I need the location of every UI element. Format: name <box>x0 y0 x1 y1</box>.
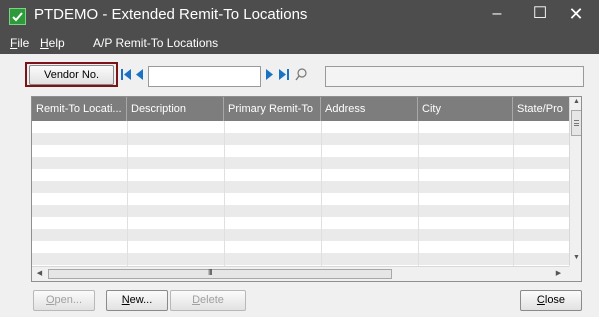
close-label: lose <box>544 294 566 306</box>
remit-to-grid[interactable]: Remit-To Locati... Description Primary R… <box>31 96 582 282</box>
horizontal-scrollbar[interactable]: ◀ III ▶ <box>32 266 569 281</box>
table-row[interactable] <box>32 181 569 193</box>
delete-mnemonic: D <box>192 294 201 306</box>
close-mnemonic: C <box>536 294 545 306</box>
menu-help[interactable]: Help <box>40 36 65 50</box>
menu-remit-to-locations[interactable]: A/P Remit-To Locations <box>93 36 218 50</box>
menu-file[interactable]: File <box>10 36 29 50</box>
vertical-scroll-thumb[interactable] <box>571 110 581 136</box>
column-primary-remit-to[interactable]: Primary Remit-To <box>224 97 321 121</box>
table-row[interactable] <box>32 241 569 253</box>
column-remit-to-location[interactable]: Remit-To Locati... <box>32 97 127 121</box>
table-row[interactable] <box>32 253 569 265</box>
table-row[interactable] <box>32 145 569 157</box>
table-row[interactable] <box>32 193 569 205</box>
open-mnemonic: O <box>45 294 55 306</box>
delete-label: elete <box>200 294 224 306</box>
scroll-right-arrow-icon[interactable]: ▶ <box>552 269 565 277</box>
table-row[interactable] <box>32 169 569 181</box>
table-row[interactable] <box>32 229 569 241</box>
finder-icon[interactable] <box>295 68 307 82</box>
column-description[interactable]: Description <box>127 97 224 121</box>
scroll-down-arrow-icon[interactable]: ▼ <box>570 254 581 261</box>
close-button[interactable]: Close <box>520 290 582 311</box>
horizontal-scroll-thumb[interactable]: III <box>48 268 392 279</box>
column-divider <box>224 121 225 266</box>
vertical-scrollbar[interactable]: ▲ ▼ <box>569 97 581 266</box>
menu-help-mnemonic: H <box>40 36 49 50</box>
column-divider <box>513 121 514 266</box>
new-button[interactable]: New... <box>106 290 168 311</box>
open-label: pen... <box>54 294 83 306</box>
new-mnemonic: N <box>121 294 130 306</box>
scroll-left-arrow-icon[interactable]: ◀ <box>33 269 46 277</box>
delete-button[interactable]: Delete <box>170 290 246 311</box>
column-state-province[interactable]: State/Pro <box>513 97 569 121</box>
column-divider <box>321 121 322 266</box>
window-title: PTDEMO - Extended Remit-To Locations <box>34 6 308 23</box>
minimize-button[interactable]: – <box>474 0 520 30</box>
new-label: ew... <box>129 294 153 306</box>
vendor-no-button[interactable]: Vendor No. <box>29 65 114 85</box>
column-divider <box>127 121 128 266</box>
table-row[interactable] <box>32 133 569 145</box>
previous-record-icon[interactable] <box>135 68 145 82</box>
column-divider <box>418 121 419 266</box>
vendor-number-input[interactable] <box>148 66 261 87</box>
close-window-button[interactable]: ✕ <box>553 0 599 30</box>
menu-help-label: elp <box>48 36 65 50</box>
grip-icon <box>574 120 579 126</box>
menu-bar: File Help A/P Remit-To Locations <box>0 32 599 54</box>
scroll-up-arrow-icon[interactable]: ▲ <box>570 98 581 105</box>
scrollbar-corner <box>569 266 581 281</box>
app-checkmark-icon <box>9 8 26 25</box>
column-address[interactable]: Address <box>321 97 418 121</box>
table-row[interactable] <box>32 217 569 229</box>
menu-file-label: ile <box>17 36 30 50</box>
scroll-grip: III <box>208 268 213 277</box>
open-button[interactable]: Open... <box>33 290 95 311</box>
title-bar: PTDEMO - Extended Remit-To Locations – ☐… <box>0 0 599 32</box>
table-row[interactable] <box>32 205 569 217</box>
grid-header: Remit-To Locati... Description Primary R… <box>32 97 569 121</box>
column-city[interactable]: City <box>418 97 513 121</box>
table-row[interactable] <box>32 121 569 133</box>
next-record-icon[interactable] <box>265 68 275 82</box>
vendor-name-field <box>325 66 584 87</box>
last-record-icon[interactable] <box>278 68 290 82</box>
table-row[interactable] <box>32 157 569 169</box>
grid-body <box>32 121 569 266</box>
first-record-icon[interactable] <box>121 68 133 82</box>
